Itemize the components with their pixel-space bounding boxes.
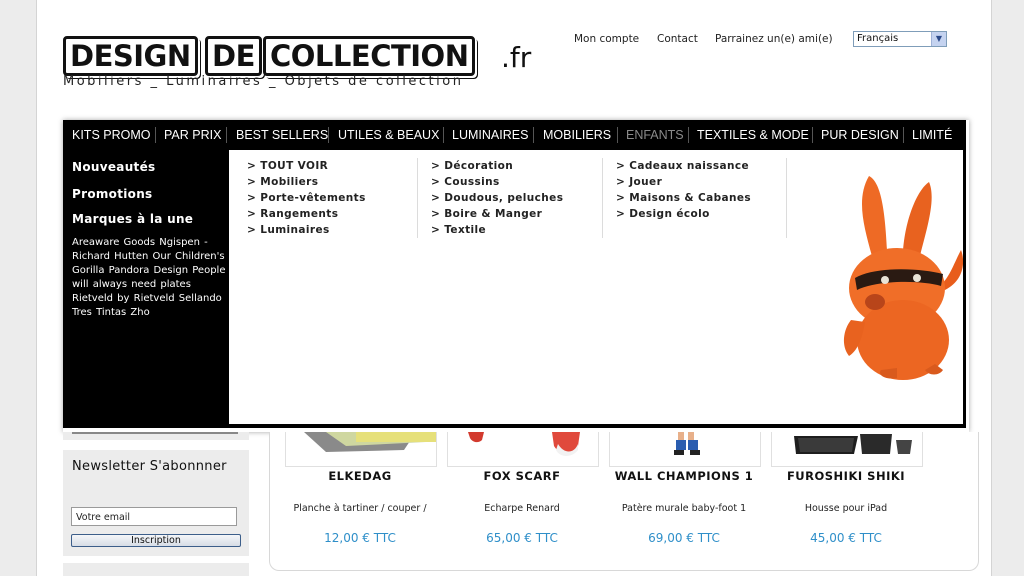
nav-best-sellers[interactable]: BEST SELLERS [236,120,328,150]
nav-pur-design[interactable]: PUR DESIGN [821,120,899,150]
nav-divider [226,127,227,143]
product-grid: ELKEDAG Planche à tartiner / couper / 12… [269,432,979,571]
menu-link-coussins[interactable]: > Coussins [431,174,563,190]
referral-link[interactable]: Parrainez un(e) ami(e) [715,33,833,45]
nav-divider [812,127,813,143]
menu-link-textile[interactable]: > Textile [431,222,563,238]
logo-word-de: DE [205,36,262,76]
product-name[interactable]: FUROSHIKI SHIKI [771,469,921,483]
menu-link-porte-vetements[interactable]: > Porte-vêtements [247,190,366,206]
nav-divider [688,127,689,143]
product-image[interactable] [771,432,923,467]
brands-list[interactable]: Areaware Goods Ngispen - Richard Hutten … [72,236,227,320]
account-link[interactable]: Mon compte [574,33,639,45]
nav-divider [903,127,904,143]
menu-link-mobiliers[interactable]: > Mobiliers [247,174,366,190]
sidebar-box-partial [63,432,249,440]
menu-column-2: > Décoration > Coussins > Doudous, peluc… [431,158,563,238]
chevron-down-icon[interactable]: ▼ [931,32,946,46]
menu-link-cadeaux-naissance[interactable]: > Cadeaux naissance [616,158,751,174]
left-menu: Nouveautés Promotions Marques à la une A… [63,150,229,428]
nav-divider [328,127,329,143]
menu-link-luminaires[interactable]: > Luminaires [247,222,366,238]
nav-kits-promo[interactable]: KITS PROMO [72,120,150,150]
menu-divider [786,158,787,238]
newsletter-box: Newsletter S'abonnner Votre email Inscri… [63,450,249,556]
main-nav: KITS PROMO PAR PRIX BEST SELLERS UTILES … [63,120,966,150]
nav-divider [443,127,444,143]
mega-menu-panel: > TOUT VOIR > Mobiliers > Porte-vêtement… [229,150,966,428]
menu-link-tout-voir[interactable]: > TOUT VOIR [247,158,366,174]
language-select[interactable]: Français ▼ [853,31,947,47]
nav-divider [533,127,534,143]
menu-column-1: > TOUT VOIR > Mobiliers > Porte-vêtement… [247,158,366,238]
newsletter-email-input[interactable]: Votre email [71,507,237,526]
nav-utiles-beaux[interactable]: UTILES & BEAUX [338,120,439,150]
product-image[interactable] [609,432,761,467]
menu-link-boire-manger[interactable]: > Boire & Manger [431,206,563,222]
link-promotions[interactable]: Promotions [72,187,152,201]
product-price: 65,00 € TTC [486,531,558,545]
brands-heading: Marques à la une [72,212,194,226]
wall-champions-image [674,432,700,455]
menu-link-design-ecolo[interactable]: > Design écolo [616,206,751,222]
product-description: Echarpe Renard [484,503,560,514]
product-price: 69,00 € TTC [648,531,720,545]
sidebar-box-next [63,563,249,576]
cutting-board-image [304,432,436,452]
fox-scarf-image [468,432,580,456]
menu-divider [417,158,418,238]
menu-column-3: > Cadeaux naissance > Jouer > Maisons & … [616,158,751,222]
product-name[interactable]: ELKEDAG [285,469,435,483]
nav-enfants[interactable]: ENFANTS [626,120,684,150]
menu-divider [602,158,603,238]
nav-divider [155,127,156,143]
menu-link-jouer[interactable]: > Jouer [616,174,751,190]
nav-mobiliers[interactable]: MOBILIERS [543,120,611,150]
product-price: 12,00 € TTC [324,531,396,545]
logo-word-design: DESIGN [63,36,198,76]
logo-word-collection: COLLECTION [263,36,476,76]
product-description: Patère murale baby-foot 1 [621,503,747,514]
nav-limite[interactable]: LIMITÉ [912,120,952,150]
nav-textiles-mode[interactable]: TEXTILES & MODE [697,120,809,150]
nav-par-prix[interactable]: PAR PRIX [164,120,221,150]
product-image[interactable] [447,432,599,467]
contact-link[interactable]: Contact [657,33,698,45]
menu-link-rangements[interactable]: > Rangements [247,206,366,222]
product-price: 45,00 € TTC [810,531,882,545]
ipad-case-image [794,434,912,454]
sidebar-box-border [72,432,238,434]
language-value: Français [857,33,899,44]
menu-link-maisons-cabanes[interactable]: > Maisons & Cabanes [616,190,751,206]
menu-link-decoration[interactable]: > Décoration [431,158,563,174]
product-description: Planche à tartiner / couper / [293,503,427,514]
nav-luminaires[interactable]: LUMINAIRES [452,120,528,150]
menu-link-doudous[interactable]: > Doudous, peluches [431,190,563,206]
link-nouveautes[interactable]: Nouveautés [72,160,155,174]
newsletter-subscribe-button[interactable]: Inscription [71,534,241,547]
plush-fox-image[interactable] [825,170,963,380]
nav-divider [617,127,618,143]
product-description: Housse pour iPad [804,503,888,514]
site-tagline: Mobiliers _ Luminaires _ Objets de colle… [63,74,464,89]
product-image[interactable] [285,432,437,467]
product-name[interactable]: FOX SCARF [447,469,597,483]
product-name[interactable]: WALL CHAMPIONS 1 [609,469,759,483]
logo-tld: .fr [501,41,532,74]
newsletter-title: Newsletter S'abonnner [72,459,227,474]
